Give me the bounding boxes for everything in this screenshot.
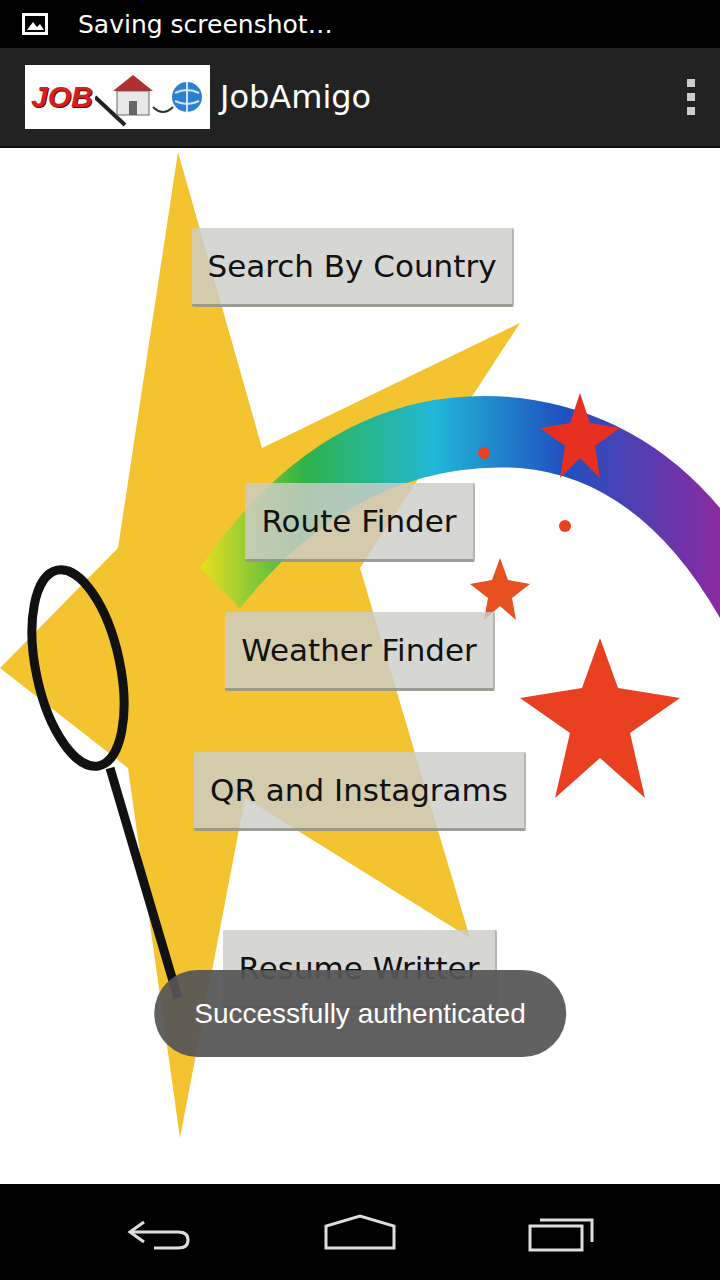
navigation-bar <box>0 1184 720 1280</box>
notification-text: Saving screenshot… <box>78 10 333 39</box>
menu-button[interactable]: Route Finder <box>245 483 474 562</box>
house-globe-icon <box>95 67 205 127</box>
status-bar: Saving screenshot… <box>0 0 720 48</box>
menu-button[interactable]: Search By Country <box>192 228 515 307</box>
recents-icon[interactable] <box>526 1212 596 1252</box>
overflow-menu-icon[interactable] <box>677 75 695 119</box>
action-bar: JOB JobAmigo <box>0 48 720 148</box>
home-icon[interactable] <box>322 1212 398 1252</box>
menu-button[interactable]: QR and Instagrams <box>194 752 526 831</box>
content-area: Search By Country Route Finder Weather Fin… <box>0 148 720 1184</box>
menu-button[interactable]: Weather Finder <box>225 612 495 691</box>
menu-buttons: Search By Country Route Finder Weather Fin… <box>0 148 720 1009</box>
toast: Successfully authenticated <box>154 970 566 1057</box>
back-icon[interactable] <box>124 1212 194 1252</box>
app-title: JobAmigo <box>220 78 677 116</box>
toast-text: Successfully authenticated <box>194 998 526 1030</box>
app-screen: Saving screenshot… JOB JobAmigo Search By C… <box>0 0 720 1280</box>
screenshot-icon <box>22 13 48 35</box>
logo-text: JOB <box>25 80 93 114</box>
app-logo[interactable]: JOB <box>25 65 210 129</box>
